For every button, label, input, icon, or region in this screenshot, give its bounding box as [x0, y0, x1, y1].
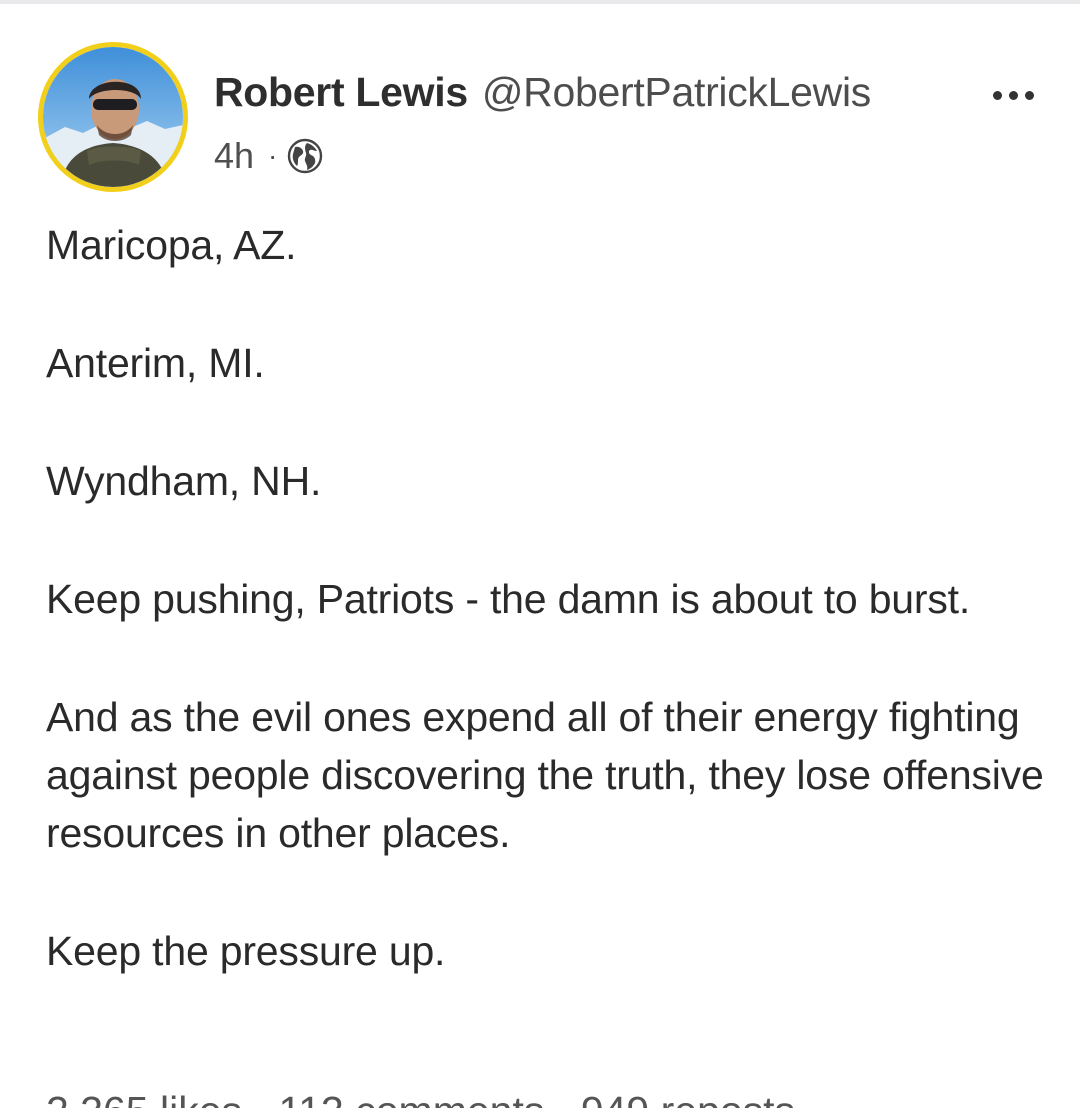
post-body: Maricopa, AZ. Anterim, MI. Wyndham, NH. … [46, 216, 1046, 1040]
post-paragraph: Keep pushing, Patriots - the damn is abo… [46, 576, 971, 622]
top-divider [0, 0, 1080, 4]
post-stats: 2,365 likes · 113 comments · 949 reposts [46, 1086, 795, 1108]
post-paragraph: And as the evil ones expend all of their… [46, 694, 1044, 856]
more-dots-icon [992, 90, 1002, 100]
post-paragraph: Wyndham, NH. [46, 458, 322, 504]
author-line: Robert Lewis @RobertPatrickLewis [214, 66, 871, 128]
reposts-count[interactable]: 949 reposts [581, 1088, 795, 1108]
globe-icon [288, 138, 323, 174]
author-name[interactable]: Robert Lewis [214, 69, 468, 115]
avatar-photo [43, 47, 183, 187]
meta-separator: · [268, 140, 278, 171]
more-dots-icon [1024, 90, 1034, 100]
post-header: Robert Lewis @RobertPatrickLewis 4h · [38, 42, 1048, 192]
post-paragraph: Keep the pressure up. [46, 928, 446, 974]
post-paragraph: Maricopa, AZ. [46, 222, 297, 268]
post-timestamp[interactable]: 4h [214, 134, 254, 178]
avatar[interactable] [38, 42, 188, 192]
author-handle[interactable]: @RobertPatrickLewis [482, 69, 871, 115]
more-options-button[interactable] [978, 72, 1048, 118]
stats-separator: · [253, 1088, 267, 1108]
comments-count[interactable]: 113 comments [278, 1088, 544, 1108]
more-dots-icon [1008, 90, 1018, 100]
post-paragraph: Anterim, MI. [46, 340, 265, 386]
post-meta: 4h · [214, 134, 323, 178]
likes-count[interactable]: 2,365 likes [46, 1088, 242, 1108]
stats-separator: · [556, 1088, 570, 1108]
